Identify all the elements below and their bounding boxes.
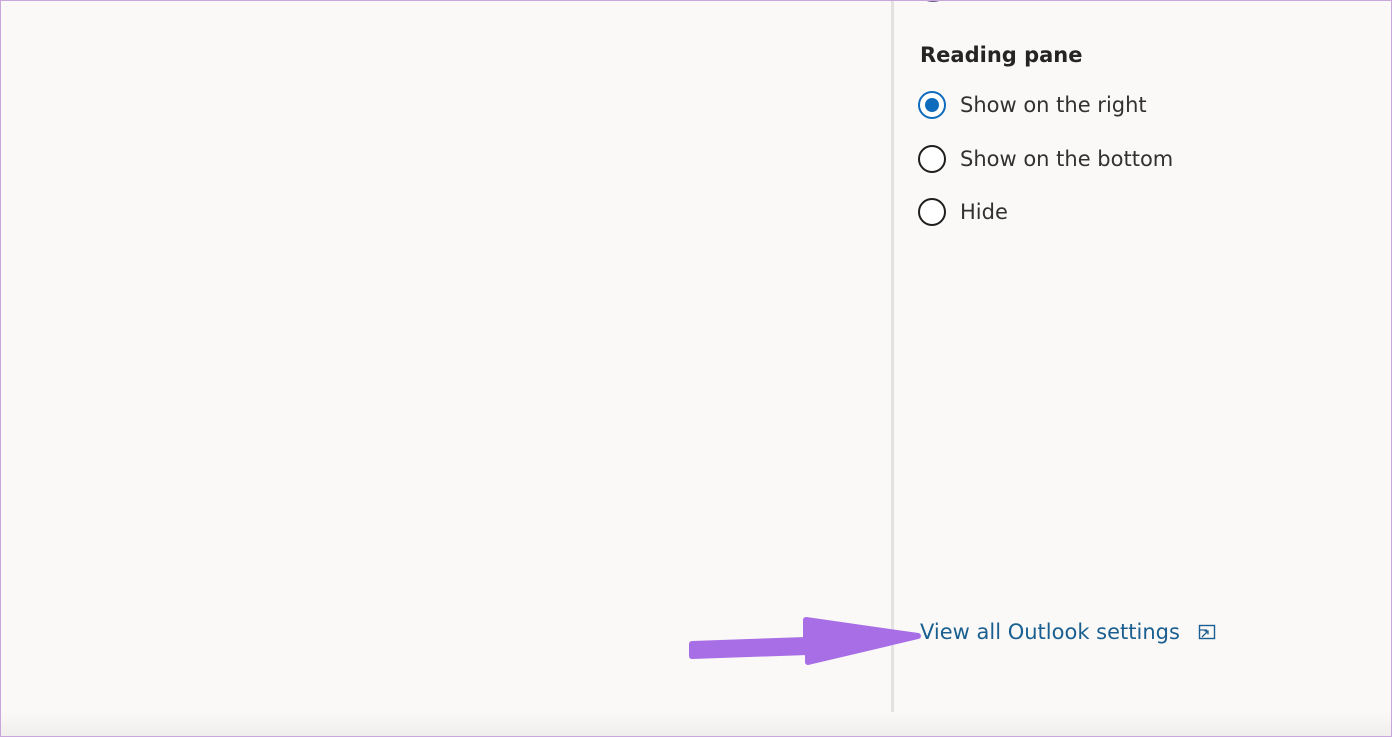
reading-pane-option-label: Show on the right	[960, 93, 1147, 117]
open-in-new-window-icon	[1198, 624, 1216, 640]
reading-pane-option-label: Hide	[960, 200, 1008, 224]
reading-pane-option-right[interactable]: Show on the right	[918, 88, 1147, 122]
view-all-outlook-settings-label: View all Outlook settings	[920, 620, 1180, 644]
reading-pane-title: Reading pane	[920, 43, 1083, 67]
radio-dot-icon	[925, 98, 939, 112]
annotation-arrow-icon	[689, 617, 921, 665]
bottom-edge-shadow	[1, 712, 1391, 736]
reading-pane-option-hide[interactable]: Hide	[918, 195, 1008, 229]
view-all-outlook-settings-link[interactable]: View all Outlook settings	[920, 617, 1216, 647]
reading-pane-option-bottom[interactable]: Show on the bottom	[918, 142, 1173, 176]
reading-pane-option-label: Show on the bottom	[960, 147, 1174, 171]
radio-checked-icon[interactable]	[918, 91, 946, 119]
radio-unchecked-icon[interactable]	[918, 198, 946, 226]
radio-unchecked-icon[interactable]	[918, 145, 946, 173]
